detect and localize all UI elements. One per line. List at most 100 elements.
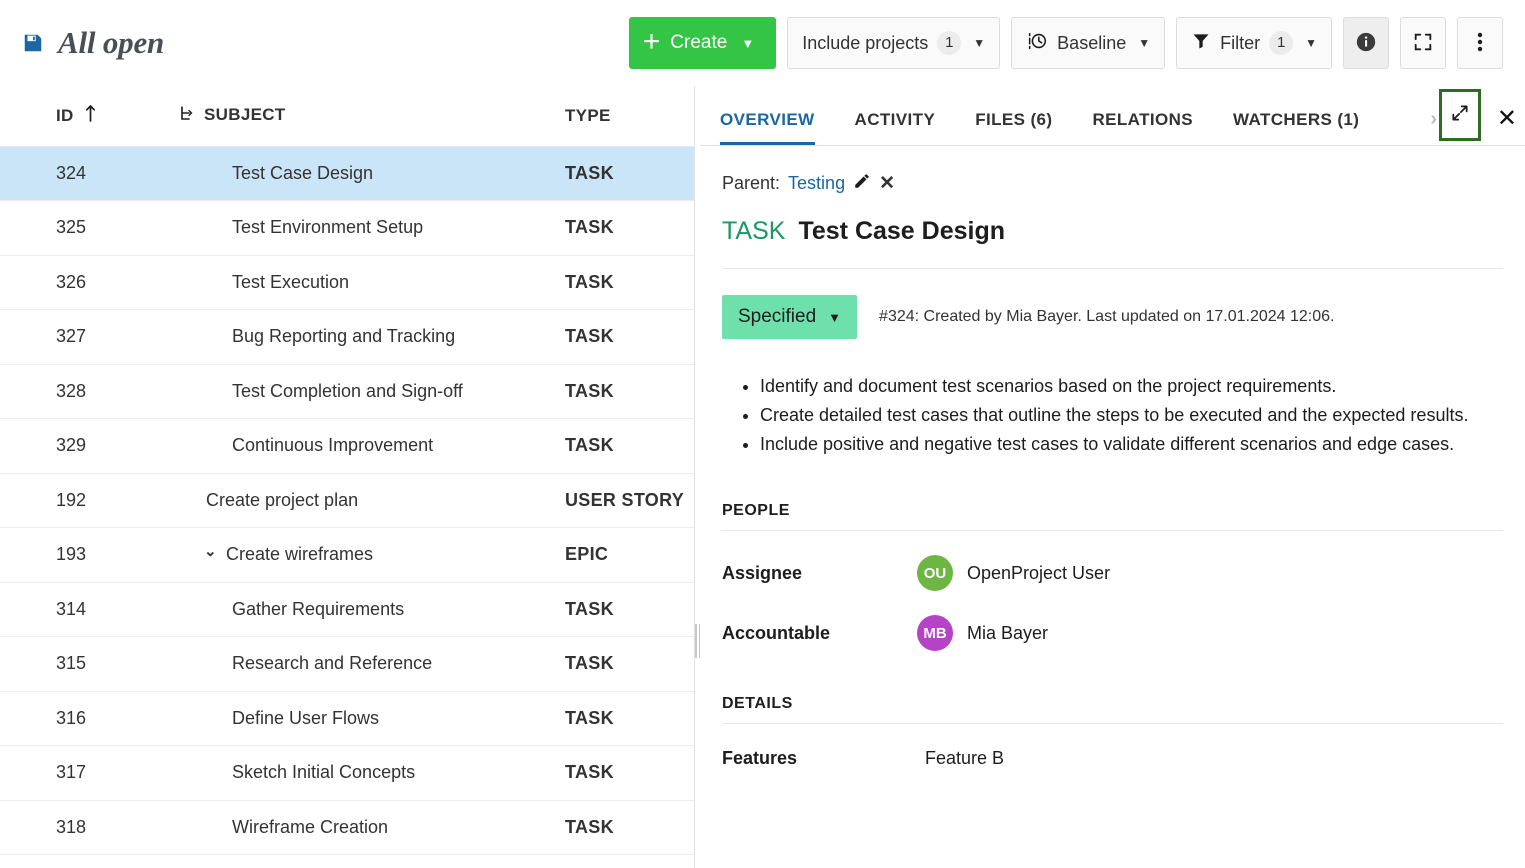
row-id[interactable]: 326 — [0, 255, 165, 310]
row-id[interactable]: 314 — [0, 582, 165, 637]
row-type[interactable]: TASK — [545, 364, 697, 419]
filter-label: Filter — [1220, 33, 1260, 54]
table-row[interactable]: 315Research and ReferenceTASK — [0, 637, 697, 692]
row-type[interactable]: TASK — [545, 419, 697, 474]
tab-watchers-1[interactable]: WATCHERS (1) — [1233, 110, 1359, 145]
chevron-down-icon[interactable]: ⌄ — [204, 542, 226, 560]
row-id[interactable]: 193 — [0, 528, 165, 583]
work-package-type: TASK — [722, 217, 785, 246]
row-subject[interactable]: Test Case Design — [165, 146, 545, 201]
chevron-down-icon: ▼ — [741, 36, 754, 51]
row-type[interactable]: TASK — [545, 146, 697, 201]
close-panel-button[interactable]: ✕ — [1497, 107, 1517, 131]
row-type[interactable]: USER STORY — [545, 473, 697, 528]
status-button[interactable]: Specified ▼ — [722, 295, 857, 339]
table-row[interactable]: 193⌄Create wireframesEPIC — [0, 528, 697, 583]
parent-link[interactable]: Testing — [788, 173, 845, 194]
row-subject[interactable]: Continuous Improvement — [165, 419, 545, 474]
row-type[interactable]: TASK — [545, 691, 697, 746]
baseline-button[interactable]: Baseline ▼ — [1011, 17, 1165, 69]
row-subject-label: Create project plan — [206, 490, 358, 510]
accountable-value[interactable]: MB Mia Bayer — [917, 615, 1048, 651]
table-row[interactable]: 316Define User FlowsTASK — [0, 691, 697, 746]
filter-button[interactable]: Filter 1 ▼ — [1176, 17, 1332, 69]
row-id[interactable]: 317 — [0, 746, 165, 801]
info-icon — [1355, 31, 1377, 56]
table-row[interactable]: 324Test Case DesignTASK — [0, 146, 697, 201]
row-type[interactable]: TASK — [545, 637, 697, 692]
tab-files-6[interactable]: FILES (6) — [975, 110, 1052, 145]
row-id[interactable]: 327 — [0, 310, 165, 365]
expand-panel-button[interactable] — [1439, 89, 1481, 141]
row-id[interactable]: 328 — [0, 364, 165, 419]
table-row[interactable]: 329Continuous ImprovementTASK — [0, 419, 697, 474]
row-subject[interactable]: ⌄Create wireframes — [165, 528, 545, 583]
row-id[interactable]: 329 — [0, 419, 165, 474]
description-bullet: Identify and document test scenarios bas… — [760, 373, 1503, 400]
pencil-icon[interactable] — [853, 172, 871, 195]
table-row[interactable]: 318Wireframe CreationTASK — [0, 800, 697, 855]
fullscreen-button[interactable] — [1400, 17, 1446, 69]
row-subject[interactable]: Test Execution — [165, 255, 545, 310]
baseline-label: Baseline — [1057, 33, 1126, 54]
tab-overview[interactable]: OVERVIEW — [720, 110, 815, 145]
table-row[interactable]: 314 Gather Requirements TASK — [0, 582, 697, 637]
column-header-subject[interactable]: SUBJECT — [165, 86, 545, 146]
row-type[interactable]: TASK — [545, 800, 697, 855]
row-type[interactable]: TASK — [545, 255, 697, 310]
tab-activity[interactable]: ACTIVITY — [855, 110, 936, 145]
table-row[interactable]: 317Sketch Initial ConceptsTASK — [0, 746, 697, 801]
row-id[interactable]: 315 — [0, 637, 165, 692]
row-id[interactable]: 316 — [0, 691, 165, 746]
table-row[interactable]: 192 Create project plan USER STORY — [0, 473, 697, 528]
row-subject[interactable]: Gather Requirements — [165, 582, 545, 637]
row-id[interactable]: 192 — [0, 473, 165, 528]
row-subject[interactable]: Test Environment Setup — [165, 201, 545, 256]
row-subject[interactable]: Sketch Initial Concepts — [165, 746, 545, 801]
row-subject-label: Gather Requirements — [232, 599, 404, 619]
remove-parent-icon[interactable]: ✕ — [879, 172, 895, 195]
row-id[interactable]: 318 — [0, 800, 165, 855]
row-type[interactable]: EPIC — [545, 528, 697, 583]
row-subject[interactable]: Bug Reporting and Tracking — [165, 310, 545, 365]
column-header-id[interactable]: ID — [0, 86, 165, 146]
chevron-down-icon: ▼ — [973, 36, 985, 50]
include-projects-button[interactable]: Include projects 1 ▼ — [787, 17, 1000, 69]
query-title-block: All open — [22, 25, 164, 61]
table-header-row: ID SUBJECT TYPE — [0, 86, 697, 146]
info-button[interactable] — [1343, 17, 1389, 69]
row-subject[interactable]: Test Completion and Sign-off — [165, 364, 545, 419]
row-subject-label: Bug Reporting and Tracking — [232, 326, 455, 346]
create-button-label: Create — [670, 32, 727, 54]
row-subject[interactable]: Research and Reference — [165, 637, 545, 692]
column-header-type[interactable]: TYPE — [545, 86, 697, 146]
description[interactable]: Identify and document test scenarios bas… — [722, 373, 1503, 458]
work-package-heading: TASK Test Case Design — [722, 217, 1503, 269]
assignee-value[interactable]: OU OpenProject User — [917, 555, 1110, 591]
tabs-overflow-chevron-icon[interactable]: › — [1430, 108, 1437, 131]
row-type[interactable]: TASK — [545, 310, 697, 365]
row-subject[interactable]: Wireframe Creation — [165, 800, 545, 855]
row-id[interactable]: 324 — [0, 146, 165, 201]
row-subject[interactable]: Define User Flows — [165, 691, 545, 746]
table-row[interactable]: 326Test ExecutionTASK — [0, 255, 697, 310]
accountable-label: Accountable — [722, 623, 917, 644]
row-type[interactable]: TASK — [545, 201, 697, 256]
floppy-disk-icon[interactable] — [22, 32, 44, 54]
status-row: Specified ▼ #324: Created by Mia Bayer. … — [722, 295, 1503, 339]
parent-row: Parent: Testing ✕ — [722, 172, 1503, 195]
table-row[interactable]: 328Test Completion and Sign-offTASK — [0, 364, 697, 419]
plus-icon: + — [643, 27, 661, 57]
features-value[interactable]: Feature B — [917, 748, 1004, 769]
work-package-detail-panel: OVERVIEW ACTIVITY FILES (6) RELATIONS WATCHE… — [700, 86, 1525, 868]
create-button[interactable]: + Create ▼ — [629, 17, 776, 69]
table-row[interactable]: 325Test Environment SetupTASK — [0, 201, 697, 256]
tab-relations[interactable]: RELATIONS — [1092, 110, 1193, 145]
row-type[interactable]: TASK — [545, 582, 697, 637]
table-row[interactable]: 327 Bug Reporting and Tracking TASK — [0, 310, 697, 365]
row-subject[interactable]: Create project plan — [165, 473, 545, 528]
status-label: Specified — [738, 306, 816, 328]
row-id[interactable]: 325 — [0, 201, 165, 256]
more-options-button[interactable] — [1457, 17, 1503, 69]
row-type[interactable]: TASK — [545, 746, 697, 801]
